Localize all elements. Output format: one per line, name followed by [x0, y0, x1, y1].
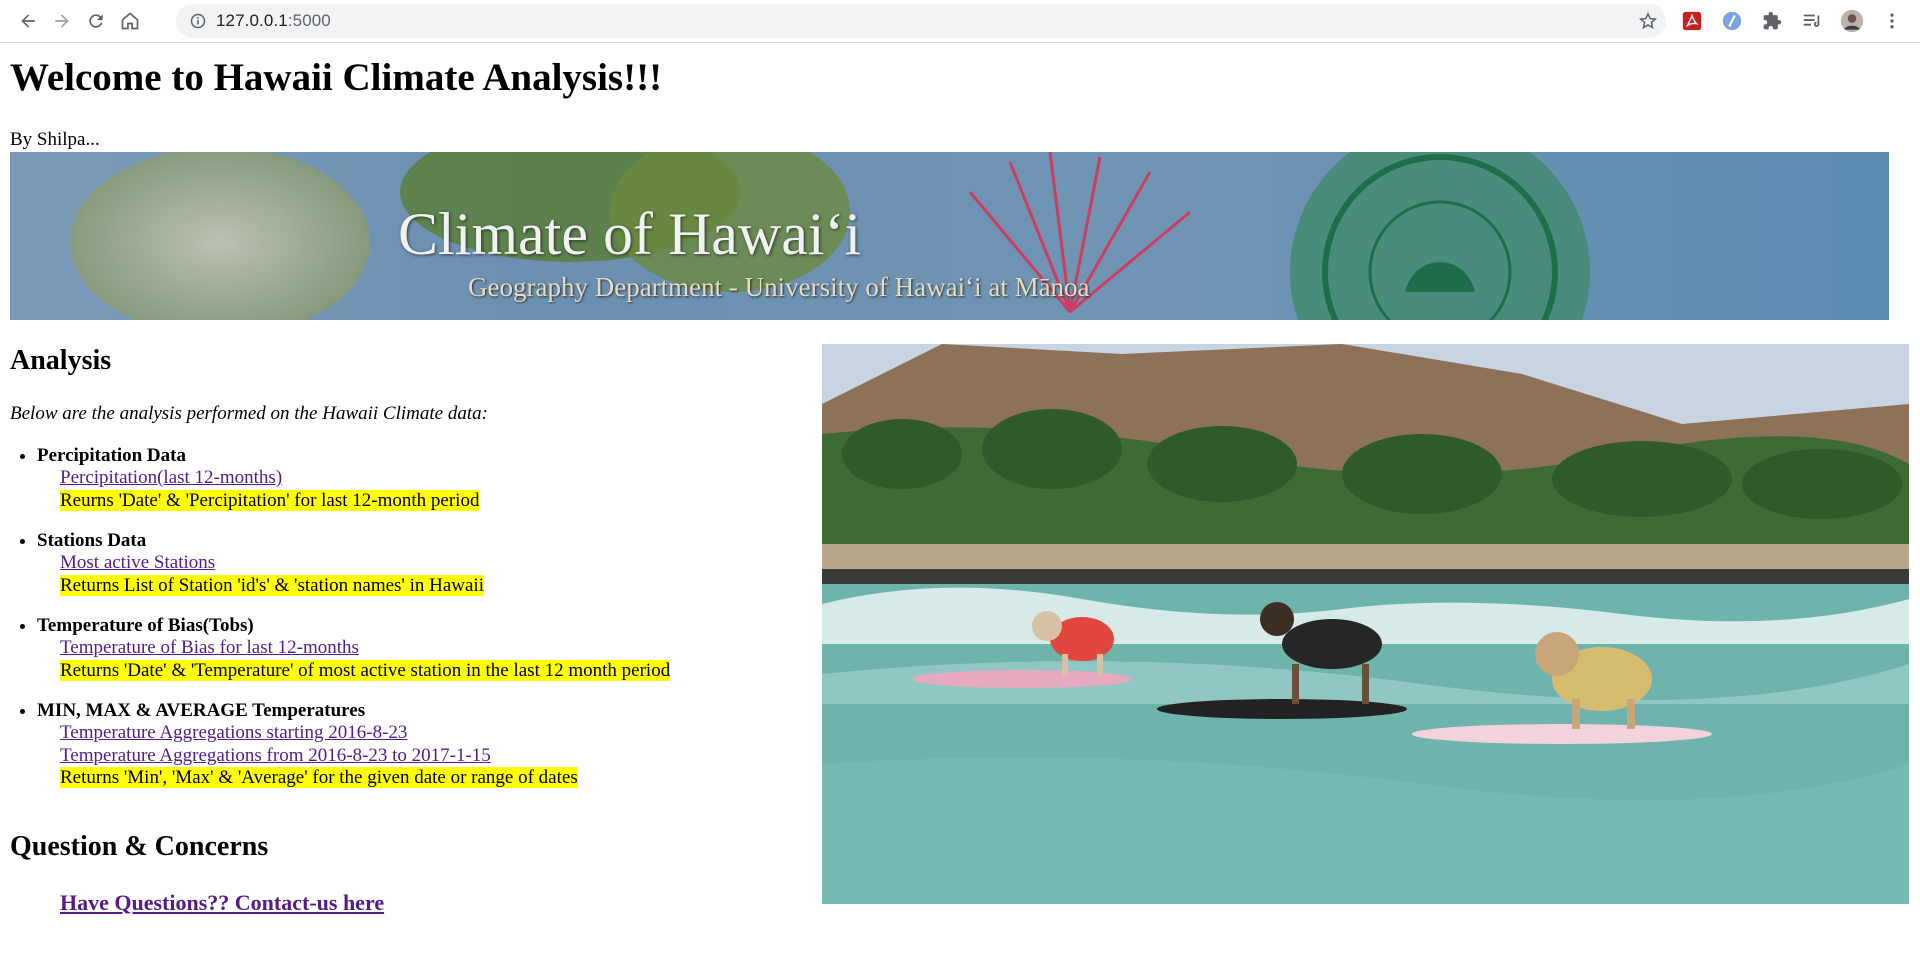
dog-2 [1260, 602, 1382, 704]
url-text[interactable]: 127.0.0.1:5000 [216, 11, 331, 31]
temp-range-link[interactable]: Temperature Aggregations from 2016-8-23 … [60, 745, 491, 766]
page-content: Welcome to Hawaii Climate Analysis!!! By… [0, 0, 1920, 974]
stations-link[interactable]: Most active Stations [60, 552, 215, 573]
puzzle-icon[interactable] [1760, 9, 1784, 33]
section-note: Returns 'Date' & 'Temperature' of most a… [60, 659, 671, 681]
list-item-tobs: Temperature of Bias(Tobs) Temperature of… [37, 614, 671, 682]
temp-start-link[interactable]: Temperature Aggregations starting 2016-8… [60, 722, 407, 743]
home-icon[interactable] [116, 7, 144, 35]
reload-icon[interactable] [82, 7, 110, 35]
photo-artwork [822, 344, 1909, 904]
section-title: Stations Data [37, 530, 147, 551]
pdf-extension-icon[interactable] [1680, 9, 1704, 33]
url-port: :5000 [287, 11, 331, 30]
avatar[interactable] [1840, 9, 1864, 33]
forward-arrow-icon[interactable] [48, 7, 76, 35]
surfing-dogs-photo [822, 344, 1909, 904]
reading-list-icon[interactable] [1800, 9, 1824, 33]
banner-subtitle: Geography Department - University of Haw… [468, 272, 1090, 302]
analysis-list: Percipitation Data Percipitation(last 12… [0, 444, 671, 807]
list-item-temperatures: MIN, MAX & AVERAGE Temperatures Temperat… [37, 699, 670, 790]
section-title: Percipitation Data [37, 445, 186, 466]
list-item-precipitation: Percipitation Data Percipitation(last 12… [37, 444, 670, 512]
star-icon[interactable] [1638, 11, 1658, 31]
analysis-heading: Analysis [10, 345, 112, 376]
tobs-link[interactable]: Temperature of Bias for last 12-months [60, 637, 359, 658]
section-note: Returns List of Station 'id's' & 'statio… [60, 574, 484, 596]
kebab-menu-icon[interactable] [1880, 9, 1904, 33]
banner-title: Climate of Hawaiʻi [398, 201, 862, 267]
url-host: 127.0.0.1 [216, 11, 288, 30]
address-bar[interactable]: 127.0.0.1:5000 [176, 4, 1666, 38]
byline: By Shilpa... [10, 129, 100, 150]
contact-link[interactable]: Have Questions?? Contact-us here [60, 890, 384, 915]
dog-1 [1032, 611, 1114, 676]
info-icon[interactable] [190, 13, 206, 29]
browser-toolbar: 127.0.0.1:5000 [0, 0, 1920, 43]
banner-image: Climate of Hawaiʻi Geography Department … [10, 152, 1889, 320]
section-note: Returns 'Min', 'Max' & 'Average' for the… [60, 767, 578, 788]
section-title: Temperature of Bias(Tobs) [37, 615, 254, 636]
dog-3 [1535, 632, 1652, 729]
extension-icon[interactable] [1720, 9, 1744, 33]
list-item-stations: Stations Data Most active Stations Retur… [37, 529, 670, 597]
questions-heading: Question & Concerns [10, 831, 269, 862]
precipitation-link[interactable]: Percipitation(last 12-months) [60, 467, 282, 488]
back-arrow-icon[interactable] [14, 7, 42, 35]
section-note: Reurns 'Date' & 'Percipitation' for last… [60, 489, 480, 511]
banner-artwork [70, 152, 1590, 320]
section-title: MIN, MAX & AVERAGE Temperatures [37, 700, 366, 721]
analysis-intro: Below are the analysis performed on the … [10, 403, 488, 424]
page-title: Welcome to Hawaii Climate Analysis!!! [10, 56, 663, 99]
